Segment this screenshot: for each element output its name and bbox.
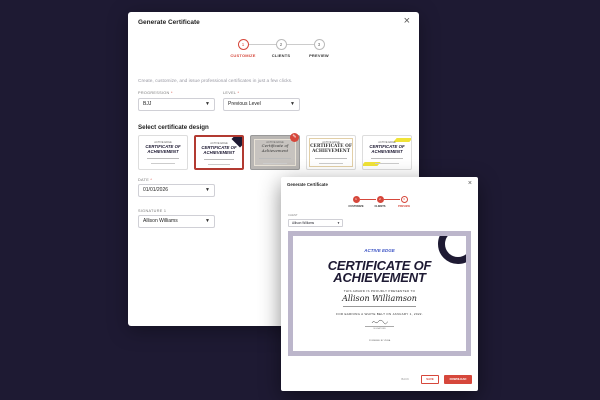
save-button[interactable]: SAVE (421, 375, 439, 384)
level-select[interactable]: Previous Level ▼ (223, 98, 300, 111)
powered-by: POWERED BY ZURA (368, 340, 391, 342)
preview-dialog: Generate Certificate × 1 CUSTOMIZE 2 CLI… (281, 177, 478, 391)
step-preview[interactable]: 3 PREVIEW (299, 39, 339, 58)
step-customize[interactable]: 1 CUSTOMIZE (343, 196, 369, 208)
certificate-heading: CERTIFICATE OF ACHIEVEMENT (327, 258, 432, 285)
certificate-preview: ACTIVE EDGE CERTIFICATE OF ACHIEVEMENT T… (288, 231, 471, 356)
progression-select[interactable]: BJJ ▼ (138, 98, 215, 111)
step-clients[interactable]: 2 CLIENTS (261, 39, 301, 58)
signature-caption: SIGNATURE (373, 328, 386, 330)
progression-label: PROGRESSION * (138, 91, 173, 95)
design-thumb-5[interactable]: ACTIVE EDGE CERTIFICATE OF ACHIEVEMENT (362, 135, 412, 170)
design-heading: Select certificate design (138, 124, 209, 131)
dialog-title: Generate Certificate (138, 19, 200, 26)
design-thumb-1[interactable]: ACTIVE EDGE CERTIFICATE OF ACHIEVEMENT (138, 135, 188, 170)
signature-mark (371, 319, 389, 325)
reason-text: FOR EARNING A WHITE BELT ON JANUARY 1, 2… (336, 312, 423, 316)
chevron-down-icon: ▼ (205, 187, 210, 193)
dialog-actions: BACK SAVE DOWNLOAD (287, 375, 472, 384)
signature-select[interactable]: Allison Williams ▼ (138, 215, 215, 228)
date-label: DATE * (138, 178, 153, 182)
brand-logo: ACTIVE EDGE (364, 248, 395, 253)
close-icon[interactable]: × (404, 16, 410, 27)
signature-label: SIGNATURE 1 (138, 209, 167, 213)
preview-stepper: 1 CUSTOMIZE 2 CLIENTS 3 PREVIEW (343, 196, 417, 216)
close-icon[interactable]: × (468, 180, 472, 187)
step-preview[interactable]: 3 PREVIEW (391, 196, 417, 208)
chevron-down-icon: ▼ (205, 101, 210, 107)
level-label: LEVEL * (223, 91, 240, 95)
recipient-name: Allison Williamson (342, 294, 417, 303)
design-thumb-4[interactable]: ACTIVE EDGE CERTIFICATE OF ACHIEVEMENT (306, 135, 356, 170)
preview-dialog-title: Generate Certificate (287, 182, 328, 187)
step-customize[interactable]: 1 CUSTOMIZE (223, 39, 263, 58)
intro-text: Create, customize, and issue professiona… (138, 79, 293, 84)
design-thumb-2[interactable]: ACTIVE EDGE CERTIFICATE OF ACHIEVEMENT (194, 135, 244, 170)
back-button[interactable]: BACK (401, 375, 409, 384)
date-select[interactable]: 01/01/2026 ▼ (138, 184, 215, 197)
stepper: 1 CUSTOMIZE 2 CLIENTS 3 PREVIEW (223, 39, 333, 69)
download-button[interactable]: DOWNLOAD (444, 375, 472, 384)
chevron-down-icon: ▼ (205, 218, 210, 224)
client-label: CLIENT (288, 214, 298, 217)
step-clients[interactable]: 2 CLIENTS (367, 196, 393, 208)
presented-text: THIS AWARD IS PROUDLY PRESENTED TO (343, 289, 416, 293)
client-select[interactable]: Allison Williams ▼ (288, 219, 343, 227)
edit-icon[interactable]: ✎ (290, 133, 299, 142)
chevron-down-icon: ▼ (337, 221, 340, 225)
chevron-down-icon: ▼ (290, 101, 295, 107)
